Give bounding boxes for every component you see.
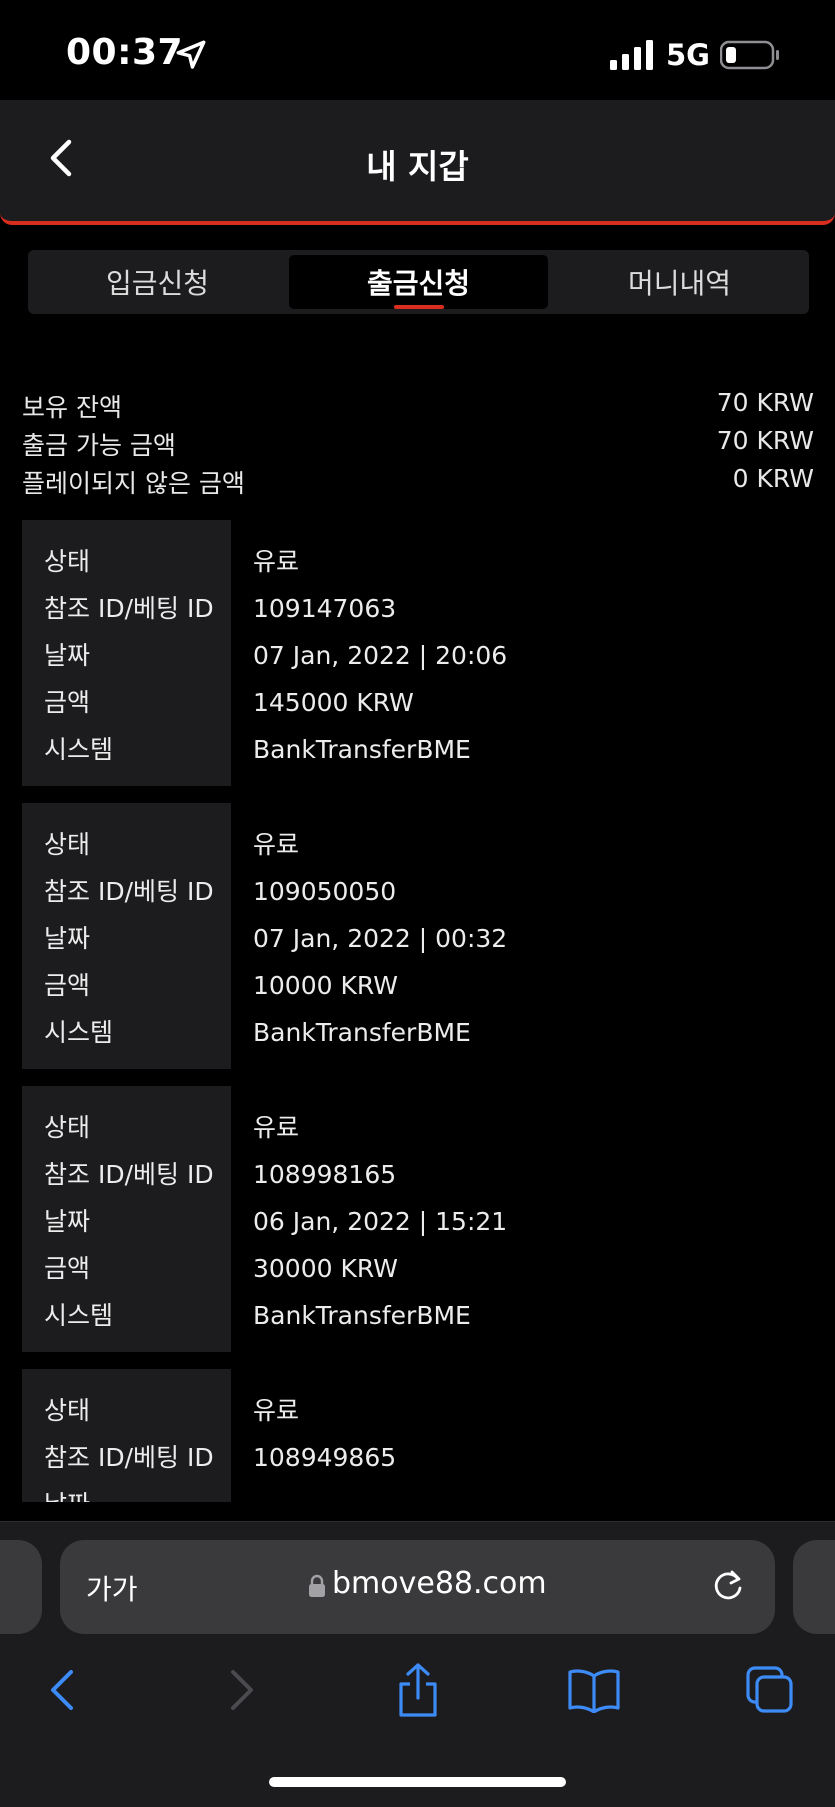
record-value-column: 유료 109050050 07 Jan, 2022 | 00:32 10000 …	[231, 803, 507, 1069]
label-ref-id: 참조 ID/베팅 ID	[44, 1443, 214, 1472]
address-bar[interactable]: 가가 bmove88.com	[60, 1540, 775, 1634]
value-system: BankTransferBME	[253, 735, 471, 764]
label-status: 상태	[44, 1113, 91, 1142]
record-value-column: 유료 108998165 06 Jan, 2022 | 15:21 30000 …	[231, 1086, 507, 1352]
tab-deposit-request[interactable]: 입금신청	[28, 250, 287, 314]
summary-value: 70 KRW	[716, 426, 814, 455]
app-header: 내 지갑	[0, 100, 835, 225]
value-system: BankTransferBME	[253, 1301, 471, 1330]
previous-tab-preview[interactable]	[0, 1540, 42, 1634]
label-amount: 금액	[44, 971, 91, 1000]
label-system: 시스템	[44, 1301, 114, 1330]
lock-icon	[309, 1574, 325, 1597]
back-nav-button[interactable]	[34, 1662, 90, 1718]
value-status: 유료	[253, 1113, 300, 1142]
battery-icon	[720, 40, 779, 70]
label-ref-id: 참조 ID/베팅 ID	[44, 594, 214, 623]
withdrawal-records-list[interactable]: 상태 참조 ID/베팅 ID 날짜 금액 시스템 유료 109147063 07…	[22, 520, 814, 1502]
cellular-signal-icon	[610, 40, 653, 70]
url-text: bmove88.com	[332, 1566, 547, 1601]
wallet-tabs: 입금신청 출금신청 머니내역	[28, 250, 809, 314]
bookmarks-button[interactable]	[566, 1662, 622, 1718]
label-date: 날짜	[44, 1207, 91, 1236]
browser-bottom-bar: 가가 bmove88.com	[0, 1521, 835, 1807]
label-amount: 금액	[44, 1254, 91, 1283]
summary-value: 70 KRW	[716, 388, 814, 417]
share-icon	[399, 1663, 437, 1717]
label-ref-id: 참조 ID/베팅 ID	[44, 877, 214, 906]
value-system: BankTransferBME	[253, 1018, 471, 1047]
next-tab-preview[interactable]	[793, 1540, 835, 1634]
chevron-right-icon	[231, 1670, 253, 1710]
forward-nav-button[interactable]	[214, 1662, 270, 1718]
value-date: 07 Jan, 2022 | 00:32	[253, 924, 508, 953]
tab-label: 입금신청	[105, 267, 210, 300]
record-value-column: 유료 108949865	[231, 1369, 396, 1502]
withdrawal-record: 상태 참조 ID/베팅 ID 날짜 유료 108949865	[22, 1369, 814, 1502]
label-amount: 금액	[44, 688, 91, 717]
record-label-column: 상태 참조 ID/베팅 ID 날짜 금액 시스템	[22, 520, 231, 786]
value-status: 유료	[253, 830, 300, 859]
location-arrow-icon	[176, 40, 206, 69]
value-date: 06 Jan, 2022 | 15:21	[253, 1207, 508, 1236]
tabs-button[interactable]	[742, 1662, 798, 1718]
reload-icon[interactable]	[708, 1566, 748, 1606]
record-value-column: 유료 109147063 07 Jan, 2022 | 20:06 145000…	[231, 520, 507, 786]
tabs-icon	[746, 1666, 793, 1713]
share-button[interactable]	[390, 1662, 446, 1718]
summary-label: 보유 잔액	[22, 393, 122, 422]
reader-settings-button[interactable]: 가가	[86, 1568, 138, 1608]
label-status: 상태	[44, 547, 91, 576]
withdrawal-record: 상태 참조 ID/베팅 ID 날짜 금액 시스템 유료 109147063 07…	[22, 520, 814, 786]
tab-money-history[interactable]: 머니내역	[550, 250, 809, 314]
label-ref-id: 참조 ID/베팅 ID	[44, 1160, 214, 1189]
value-ref-id: 108949865	[253, 1443, 397, 1472]
tab-label: 머니내역	[627, 267, 732, 300]
value-ref-id: 109147063	[253, 594, 397, 623]
value-date: 07 Jan, 2022 | 20:06	[253, 641, 508, 670]
page-title: 내 지갑	[366, 147, 469, 186]
network-type: 5G	[666, 38, 710, 72]
label-date: 날짜	[44, 641, 91, 670]
book-icon	[568, 1669, 620, 1713]
active-tab-indicator	[393, 305, 444, 309]
chevron-left-icon	[51, 1670, 73, 1710]
balance-summary: 보유 잔액 70 KRW 출금 가능 금액 70 KRW 플레이되지 않은 금액…	[22, 388, 814, 502]
summary-label: 플레이되지 않은 금액	[22, 469, 245, 498]
record-label-column: 상태 참조 ID/베팅 ID 날짜	[22, 1369, 231, 1502]
status-time: 00:37	[66, 32, 184, 73]
value-amount: 30000 KRW	[253, 1254, 398, 1283]
value-amount: 10000 KRW	[253, 971, 398, 1000]
summary-label: 출금 가능 금액	[22, 431, 176, 460]
browser-toolbar	[0, 1662, 835, 1732]
tab-withdraw-request[interactable]: 출금신청	[289, 255, 548, 309]
record-label-column: 상태 참조 ID/베팅 ID 날짜 금액 시스템	[22, 803, 231, 1069]
summary-row-unplayed: 플레이되지 않은 금액 0 KRW	[22, 464, 814, 502]
value-ref-id: 109050050	[253, 877, 397, 906]
summary-row-withdrawable: 출금 가능 금액 70 KRW	[22, 426, 814, 464]
withdrawal-record: 상태 참조 ID/베팅 ID 날짜 금액 시스템 유료 109050050 07…	[22, 803, 814, 1069]
value-status: 유료	[253, 547, 300, 576]
label-date: 날짜	[44, 924, 91, 953]
label-system: 시스템	[44, 735, 114, 764]
summary-value: 0 KRW	[732, 464, 814, 493]
value-status: 유료	[253, 1396, 300, 1425]
label-date: 날짜	[44, 1487, 231, 1502]
value-amount: 145000 KRW	[253, 688, 414, 717]
withdrawal-record: 상태 참조 ID/베팅 ID 날짜 금액 시스템 유료 108998165 06…	[22, 1086, 814, 1352]
label-system: 시스템	[44, 1018, 114, 1047]
label-status: 상태	[44, 830, 91, 859]
tab-label: 출금신청	[366, 267, 471, 300]
value-ref-id: 108998165	[253, 1160, 397, 1189]
home-indicator[interactable]	[269, 1777, 566, 1787]
label-status: 상태	[44, 1396, 91, 1425]
summary-row-balance: 보유 잔액 70 KRW	[22, 388, 814, 426]
status-bar: 00:37 5G	[0, 0, 835, 100]
record-label-column: 상태 참조 ID/베팅 ID 날짜 금액 시스템	[22, 1086, 231, 1352]
